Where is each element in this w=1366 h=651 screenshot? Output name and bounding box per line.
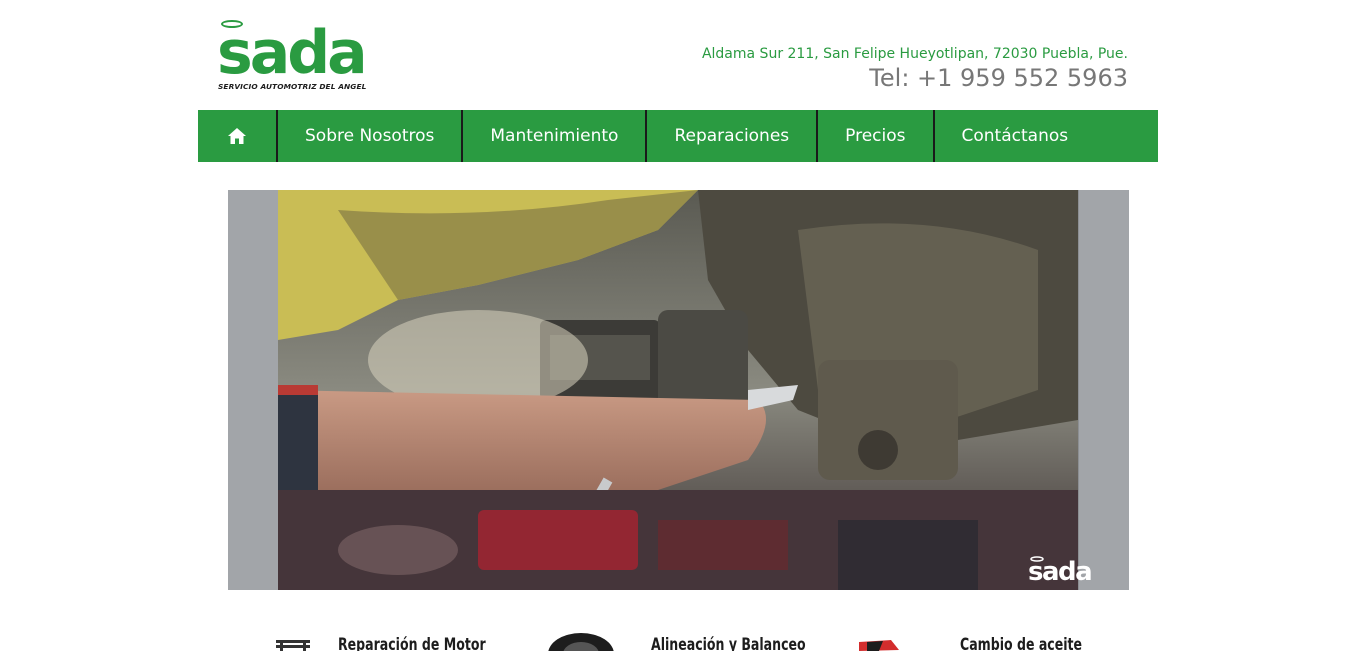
nav-home[interactable] — [198, 110, 278, 162]
hero-slider[interactable]: sada — [228, 190, 1129, 590]
service-title: Alineación y Balanceo — [651, 635, 806, 651]
site-logo[interactable]: sada SERVICIO AUTOMOTRIZ DEL ANGEL — [217, 18, 382, 94]
oil-can-icon — [857, 628, 956, 651]
nav-item-reparaciones[interactable]: Reparaciones — [647, 110, 819, 162]
nav-item-sobre-nosotros[interactable]: Sobre Nosotros — [278, 110, 464, 162]
hero-watermark-logo: sada — [1028, 556, 1093, 582]
hero-edge-right — [1079, 190, 1129, 590]
service-alineacion-balanceo[interactable]: Alineación y Balanceo — [546, 628, 840, 651]
hero-photo-mechanic — [278, 190, 1078, 590]
service-title: Reparación de Motor — [338, 635, 486, 651]
home-icon — [228, 128, 246, 144]
hero-edge-left — [228, 190, 278, 590]
service-title: Cambio de aceite — [960, 635, 1083, 651]
nav-item-precios[interactable]: Precios — [818, 110, 935, 162]
nav-item-mantenimiento[interactable]: Mantenimiento — [463, 110, 648, 162]
services-row: Reparación de Motor Alineación y Balance… — [0, 628, 1366, 651]
nav-item-contactanos[interactable]: Contáctanos — [935, 110, 1096, 162]
svg-text:sada: sada — [1028, 557, 1091, 582]
service-reparacion-motor[interactable]: Reparación de Motor — [274, 628, 518, 651]
tire-icon — [546, 628, 647, 651]
contact-phone[interactable]: Tel: +1 959 552 5963 — [869, 64, 1128, 92]
engine-icon — [274, 628, 334, 651]
main-nav: Sobre Nosotros Mantenimiento Reparacione… — [198, 110, 1158, 162]
contact-address: Aldama Sur 211, San Felipe Hueyotlipan, … — [701, 46, 1128, 62]
logo-wordmark: sada — [217, 18, 368, 88]
logo-tagline: SERVICIO AUTOMOTRIZ DEL ANGEL — [218, 82, 367, 91]
service-cambio-aceite[interactable]: Cambio de aceite — [857, 628, 1109, 651]
